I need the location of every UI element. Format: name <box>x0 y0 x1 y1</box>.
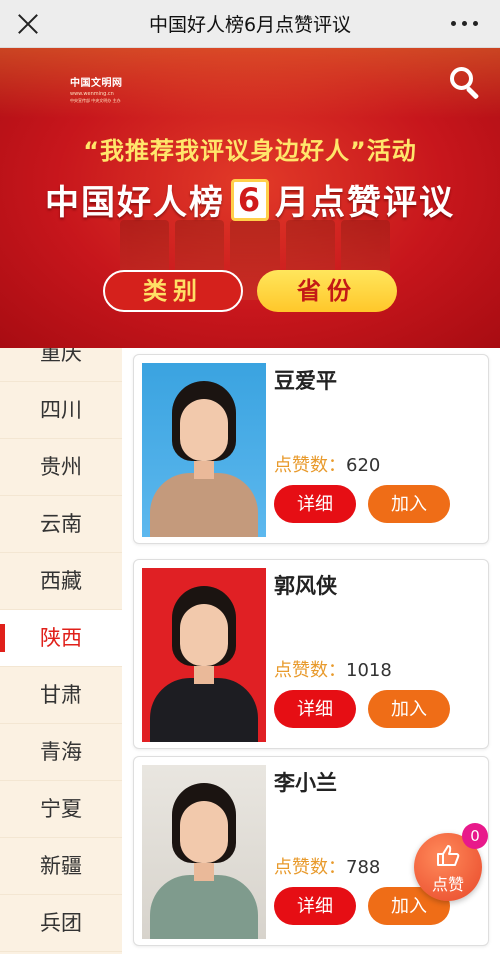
logo-url: www.wenming.cn <box>70 91 114 97</box>
likes-count: 点赞数：788 <box>274 853 380 879</box>
logo-name: 中国文明网 <box>70 78 123 89</box>
candidate-photo[interactable] <box>142 568 266 742</box>
page-title: 中国好人榜6月点赞评议 <box>148 14 352 36</box>
likes-count: 点赞数：1018 <box>274 656 392 682</box>
banner-headline: 中国好人榜 6 月点赞评议 <box>0 175 500 224</box>
detail-button[interactable]: 详细 <box>274 485 356 523</box>
sidebar-item-chongqing[interactable]: 重庆 <box>0 348 122 382</box>
likes-count: 点赞数：620 <box>274 451 380 477</box>
detail-button[interactable]: 详细 <box>274 690 356 728</box>
logo-sub: 中央宣传部 中央文明办 主办 <box>70 98 121 103</box>
like-fab-button[interactable]: 点赞 0 <box>414 823 488 901</box>
like-hand-icon <box>437 845 460 866</box>
like-count-badge: 0 <box>462 823 488 849</box>
headline-pre: 中国好人榜 <box>45 183 225 223</box>
candidate-name: 豆爱平 <box>274 369 337 393</box>
sidebar-item-guizhou[interactable]: 贵州 <box>0 439 122 496</box>
title-bar: 中国好人榜6月点赞评议 <box>0 0 500 48</box>
banner-slogan: “我推荐我评议身边好人”活动 <box>83 137 417 165</box>
sidebar-item-qinghai[interactable]: 青海 <box>0 724 122 781</box>
sidebar-item-xinjiang[interactable]: 新疆 <box>0 838 122 895</box>
sidebar-item-gansu[interactable]: 甘肃 <box>0 667 122 724</box>
likes-label: 点赞数： <box>274 857 346 878</box>
candidate-photo[interactable] <box>142 765 266 939</box>
candidate-name: 郭风侠 <box>274 574 337 598</box>
candidate-card: 豆爱平 点赞数：620 详细 加入 <box>133 354 489 544</box>
close-icon[interactable] <box>14 10 42 38</box>
more-icon[interactable] <box>451 21 478 26</box>
candidate-photo[interactable] <box>142 363 266 537</box>
banner: 中国文明网 www.wenming.cn 中央宣传部 中央文明办 主办 “我推荐… <box>0 48 500 348</box>
likes-value: 788 <box>346 857 381 878</box>
headline-post: 月点赞评议 <box>275 183 455 223</box>
province-sidebar: 重庆 四川 贵州 云南 西藏 陕西 甘肃 青海 宁夏 新疆 兵团 <box>0 348 122 954</box>
wenming-logo: 中国文明网 www.wenming.cn 中央宣传部 中央文明办 主办 <box>70 74 140 104</box>
sidebar-item-bingtuan[interactable]: 兵团 <box>0 895 122 952</box>
like-fab-label: 点赞 <box>431 875 464 894</box>
join-button[interactable]: 加入 <box>368 485 450 523</box>
category-button[interactable]: 类别 <box>103 270 243 312</box>
sidebar-item-ningxia[interactable]: 宁夏 <box>0 781 122 838</box>
likes-label: 点赞数： <box>274 660 346 681</box>
candidate-name: 李小兰 <box>274 771 337 795</box>
join-button[interactable]: 加入 <box>368 690 450 728</box>
likes-value: 1018 <box>346 660 392 681</box>
candidate-card: 郭风侠 点赞数：1018 详细 加入 <box>133 559 489 749</box>
sidebar-item-sichuan[interactable]: 四川 <box>0 382 122 439</box>
detail-button[interactable]: 详细 <box>274 887 356 925</box>
sidebar-item-yunnan[interactable]: 云南 <box>0 496 122 553</box>
sidebar-item-xizang[interactable]: 西藏 <box>0 553 122 610</box>
headline-month: 6 <box>231 178 269 221</box>
sidebar-item-shaanxi[interactable]: 陕西 <box>0 610 122 667</box>
search-icon[interactable] <box>448 65 482 100</box>
province-button[interactable]: 省份 <box>257 270 397 312</box>
likes-label: 点赞数： <box>274 455 346 476</box>
likes-value: 620 <box>346 455 381 476</box>
